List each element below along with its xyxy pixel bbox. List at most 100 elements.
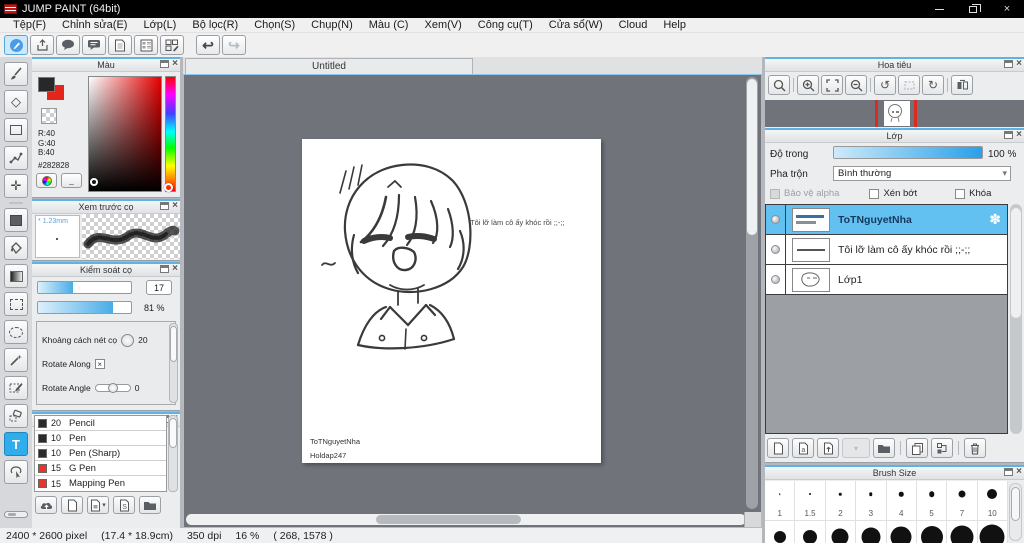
brush-options-scrollbar[interactable]: [169, 323, 178, 403]
brush-list-scroll-thumb[interactable]: [169, 418, 177, 448]
popout-icon[interactable]: [160, 60, 170, 68]
color-extra-button[interactable]: _: [61, 173, 82, 188]
navigator-preview[interactable]: [765, 100, 1024, 127]
brush-row-g-pen[interactable]: 15 G Pen: [35, 461, 166, 476]
brush-size-slider[interactable]: [37, 281, 132, 294]
menu-color[interactable]: Màu (C): [361, 18, 417, 33]
rotate-cw-button[interactable]: ↻: [922, 75, 944, 95]
brush-row-pencil[interactable]: 20 Pencil: [35, 416, 166, 431]
layer-visibility-cell[interactable]: [766, 265, 786, 294]
horizontal-scroll-thumb[interactable]: [376, 515, 521, 524]
layer-visibility-cell[interactable]: [766, 205, 786, 234]
minimize-button[interactable]: [922, 0, 956, 18]
comment-button[interactable]: [56, 35, 80, 55]
select-color-tool-button[interactable]: [4, 208, 28, 232]
canvas-horizontal-scrollbar[interactable]: [186, 514, 746, 525]
popout-icon[interactable]: [160, 265, 170, 273]
saturation-value-picker[interactable]: [88, 76, 162, 192]
hue-marker[interactable]: [164, 183, 173, 192]
size-option-row2[interactable]: [856, 521, 887, 543]
brush-script-button[interactable]: S: [113, 496, 135, 514]
menu-filter[interactable]: Bộ lọc(R): [184, 18, 246, 33]
layer-opacity-slider[interactable]: [833, 146, 983, 159]
size-option-5[interactable]: 5: [916, 481, 948, 521]
size-option-row2[interactable]: [765, 521, 796, 543]
popout-icon[interactable]: [1004, 468, 1014, 476]
new-layer-button[interactable]: [767, 438, 789, 458]
brush-size-scroll-thumb[interactable]: [1011, 487, 1020, 521]
menu-view[interactable]: Xem(V): [416, 18, 469, 33]
rotate-ccw-button[interactable]: ↺: [874, 75, 896, 95]
menu-layer[interactable]: Lớp(L): [135, 18, 184, 33]
transparent-color-swatch[interactable]: [41, 108, 57, 124]
navigator-thumbnail[interactable]: [884, 101, 910, 126]
canvas-viewport[interactable]: Tôi lỡ làm cô ấy khóc rồi ;;-;; ToTNguye…: [184, 75, 761, 512]
brush-row-mapping-pen[interactable]: 15 Mapping Pen: [35, 476, 166, 491]
menu-file[interactable]: Tệp(F): [5, 18, 54, 33]
restore-button[interactable]: [956, 0, 990, 18]
vertical-scroll-thumb[interactable]: [747, 79, 757, 235]
layer-folder-button[interactable]: [873, 438, 895, 458]
move-tool-button[interactable]: ✛: [4, 174, 28, 198]
menu-select[interactable]: Chọn(S): [246, 18, 303, 33]
close-panel-icon[interactable]: ×: [1016, 59, 1022, 69]
close-panel-icon[interactable]: ×: [172, 201, 178, 211]
brush-opacity-slider[interactable]: [37, 301, 132, 314]
layer-row-caption-text[interactable]: Tôi lỡ làm cô ấy khóc rồi ;;-;;: [766, 235, 1007, 265]
select-pen-tool-button[interactable]: [4, 376, 28, 400]
reset-rotation-button[interactable]: [898, 75, 920, 95]
brush-row-pen[interactable]: 10 Pen: [35, 431, 166, 446]
marquee-select-tool-button[interactable]: [4, 292, 28, 316]
brush-new-button[interactable]: [61, 496, 83, 514]
size-option-row2[interactable]: [978, 521, 1008, 543]
operation-tool-button[interactable]: [4, 460, 28, 484]
zoom-out-button[interactable]: [845, 75, 867, 95]
fit-screen-button[interactable]: [821, 75, 843, 95]
spacing-dial[interactable]: [121, 333, 135, 347]
menu-cloud[interactable]: Cloud: [611, 18, 656, 33]
rotate-angle-slider[interactable]: [94, 383, 131, 393]
panel-layout-button[interactable]: [160, 35, 184, 55]
publish-button[interactable]: [30, 35, 54, 55]
popout-icon[interactable]: [160, 202, 170, 210]
brush-list-scrollbar[interactable]: [168, 415, 178, 492]
close-panel-icon[interactable]: ×: [172, 264, 178, 274]
popout-icon[interactable]: [1004, 131, 1014, 139]
fill-tool-button[interactable]: [4, 236, 28, 260]
paint-mode-button[interactable]: [4, 35, 28, 55]
size-option-2[interactable]: 2: [825, 481, 857, 521]
menu-edit[interactable]: Chỉnh sửa(E): [54, 18, 135, 33]
close-button[interactable]: ×: [990, 0, 1024, 18]
size-option-row2[interactable]: [795, 521, 826, 543]
close-panel-icon[interactable]: ×: [172, 59, 178, 69]
size-option-1[interactable]: 1: [765, 481, 796, 521]
size-option-4[interactable]: 4: [886, 481, 917, 521]
undo-button[interactable]: ↩: [196, 35, 220, 55]
brush-folder-button[interactable]: [139, 496, 161, 514]
zoom-in-button[interactable]: [797, 75, 819, 95]
select-eraser-tool-button[interactable]: [4, 404, 28, 428]
import-layer-button[interactable]: [817, 438, 839, 458]
brush-row-pen-sharp[interactable]: 10 Pen (Sharp): [35, 446, 166, 461]
tool-strip-slider[interactable]: [4, 511, 28, 518]
redo-button[interactable]: ↪: [222, 35, 246, 55]
layer-row-lop1[interactable]: Lớp1: [766, 265, 1007, 295]
size-option-7[interactable]: 7: [947, 481, 978, 521]
shape-tool-button[interactable]: [4, 118, 28, 142]
menu-snap[interactable]: Chụp(N): [303, 18, 361, 33]
foreground-color-swatch[interactable]: [38, 77, 55, 92]
canvas-tab-untitled[interactable]: Untitled: [185, 58, 473, 74]
document-button[interactable]: [108, 35, 132, 55]
curve-tool-button[interactable]: [4, 146, 28, 170]
brush-tool-button[interactable]: [4, 62, 28, 86]
layer-row-totnguyetnha[interactable]: ToTNguyetNha ✽: [766, 205, 1007, 235]
clipping-checkbox[interactable]: [869, 188, 880, 199]
text-tool-button[interactable]: T: [4, 432, 28, 456]
zoom-actual-button[interactable]: [768, 75, 790, 95]
rotate-along-checkbox[interactable]: ×: [94, 359, 105, 369]
menu-window[interactable]: Cửa sổ(W): [541, 18, 611, 33]
flip-view-button[interactable]: [951, 75, 973, 95]
size-option-row2[interactable]: [947, 521, 978, 543]
magic-wand-tool-button[interactable]: [4, 348, 28, 372]
sv-marker[interactable]: [90, 178, 98, 186]
